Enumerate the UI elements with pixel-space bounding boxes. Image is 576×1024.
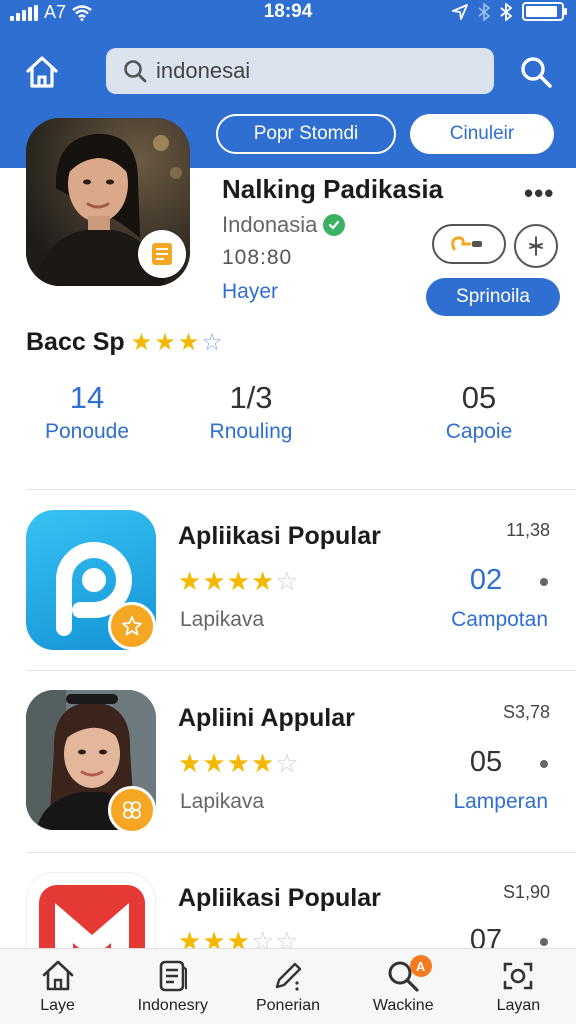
sparkle-button[interactable] [514,224,558,268]
rating-stars: ★ ★ ★ ☆ [130,328,223,356]
follow-button[interactable]: Sprinoila [426,278,560,316]
app-price: S1,90 [502,882,550,902]
star-filled-icon: ★ [250,566,275,596]
star-filled-icon: ★ [202,748,226,778]
profile-rating: Bacc Sp ★ ★ ★ ☆ [26,328,223,357]
app-subtitle: Lapikava [180,790,265,813]
app-price: S3,78 [502,702,550,722]
stat-value: 05 [461,380,497,415]
grid-icon [123,801,141,819]
star-icon [122,616,142,636]
star-filled-icon: ★ [202,566,226,596]
avatar-badge [138,230,186,278]
stat-label: Ponoude [44,420,130,443]
bluetooth-icon [478,2,490,21]
star-filled-icon: ★ [250,748,275,778]
star-filled-icon: ★ [178,566,202,596]
app-menu-dot[interactable] [540,938,548,946]
bottom-navigation: Laye Indonesry Ponerian A Wackine Layan [0,948,576,1024]
home-icon [26,56,58,88]
notification-badge: A [409,955,432,977]
app-subtitle: Lapikava [180,608,265,631]
app-menu-dot[interactable] [540,578,548,586]
location-icon [452,3,468,20]
nav-item-indonesry[interactable]: Indonesry [115,949,230,1024]
tab-popr-stomdi[interactable]: Popr Stomdi [216,114,396,154]
nav-label: Layan [496,997,541,1014]
search-icon [521,57,552,88]
stat-capoie: 05 Capoie [404,380,554,444]
stat-value: 14 [69,380,105,415]
app-rating-stars: ★ ★ ★ ★ ☆ [178,568,299,594]
search-icon [124,60,147,83]
app-action-link[interactable]: Lamperan [453,790,548,814]
pencil-icon [275,962,302,991]
nav-label: Ponerian [255,997,321,1014]
divider [26,489,576,490]
app-price: 11,38 [506,520,550,540]
star-filled-icon: ★ [226,566,250,596]
profile-country: Indonasia [222,212,346,238]
document-icon [159,960,187,992]
app-badge [108,786,156,834]
nav-item-laye[interactable]: Laye [0,949,115,1024]
divider [26,852,576,853]
battery-icon [522,2,567,21]
stat-rnouling: 1/3 Rnouling [176,380,326,444]
app-badge [108,602,156,650]
sparkle-icon [529,236,543,256]
more-options-button[interactable]: ••• [524,178,554,209]
tab-cinuleir[interactable]: Cinuleir [410,114,554,154]
nav-item-layan[interactable]: Layan [461,949,576,1024]
stat-label: Capoie [445,420,513,443]
star-filled-icon: ★ [177,328,200,356]
app-title[interactable]: Apliikasi Popular [178,884,381,913]
bluetooth-icon [500,2,512,21]
star-empty-icon: ☆ [275,566,299,596]
divider [26,670,576,671]
app-action-link[interactable]: Campotan [451,608,548,632]
app-count: 05 [469,746,503,778]
app-count: 02 [469,564,503,596]
nav-label: Wackine [372,997,434,1014]
toggle-icon [451,236,482,251]
nav-item-ponerian[interactable]: Ponerian [230,949,345,1024]
home-button[interactable] [20,50,64,94]
nav-label: Laye [40,997,75,1014]
status-bar: A7 18:94 [0,0,576,26]
verified-icon [323,214,346,236]
star-filled-icon: ★ [226,748,250,778]
app-rating-stars: ★ ★ ★ ★ ☆ [178,750,299,776]
profile-number: 108:80 [222,246,293,269]
profile-link[interactable]: Hayer [222,280,278,304]
nav-item-wackine[interactable]: A Wackine [346,949,461,1024]
app-title[interactable]: Apliikasi Popular [178,522,381,551]
star-empty-icon: ☆ [201,328,223,356]
stat-value: 1/3 [229,380,273,415]
rating-label: Bacc Sp [26,328,125,356]
star-empty-icon: ☆ [275,748,299,778]
star-filled-icon: ★ [178,748,202,778]
search-bar[interactable] [106,48,494,94]
status-right [452,2,567,21]
stat-ponoude: 14 Ponoude [12,380,162,444]
toggle-button[interactable] [432,224,506,264]
app-title[interactable]: Apliini Appular [178,704,355,733]
camera-icon [504,962,533,990]
document-icon [152,243,172,265]
stat-label: Rnouling [209,420,293,443]
profile-name: Nalking Padikasia [222,174,444,204]
nav-label: Indonesry [137,997,208,1014]
star-filled-icon: ★ [154,328,176,356]
star-filled-icon: ★ [130,328,153,356]
app-menu-dot[interactable] [540,760,548,768]
home-icon [42,960,73,991]
search-button[interactable] [514,50,558,94]
country-label: Indonasia [222,212,318,237]
search-input[interactable] [156,58,476,84]
